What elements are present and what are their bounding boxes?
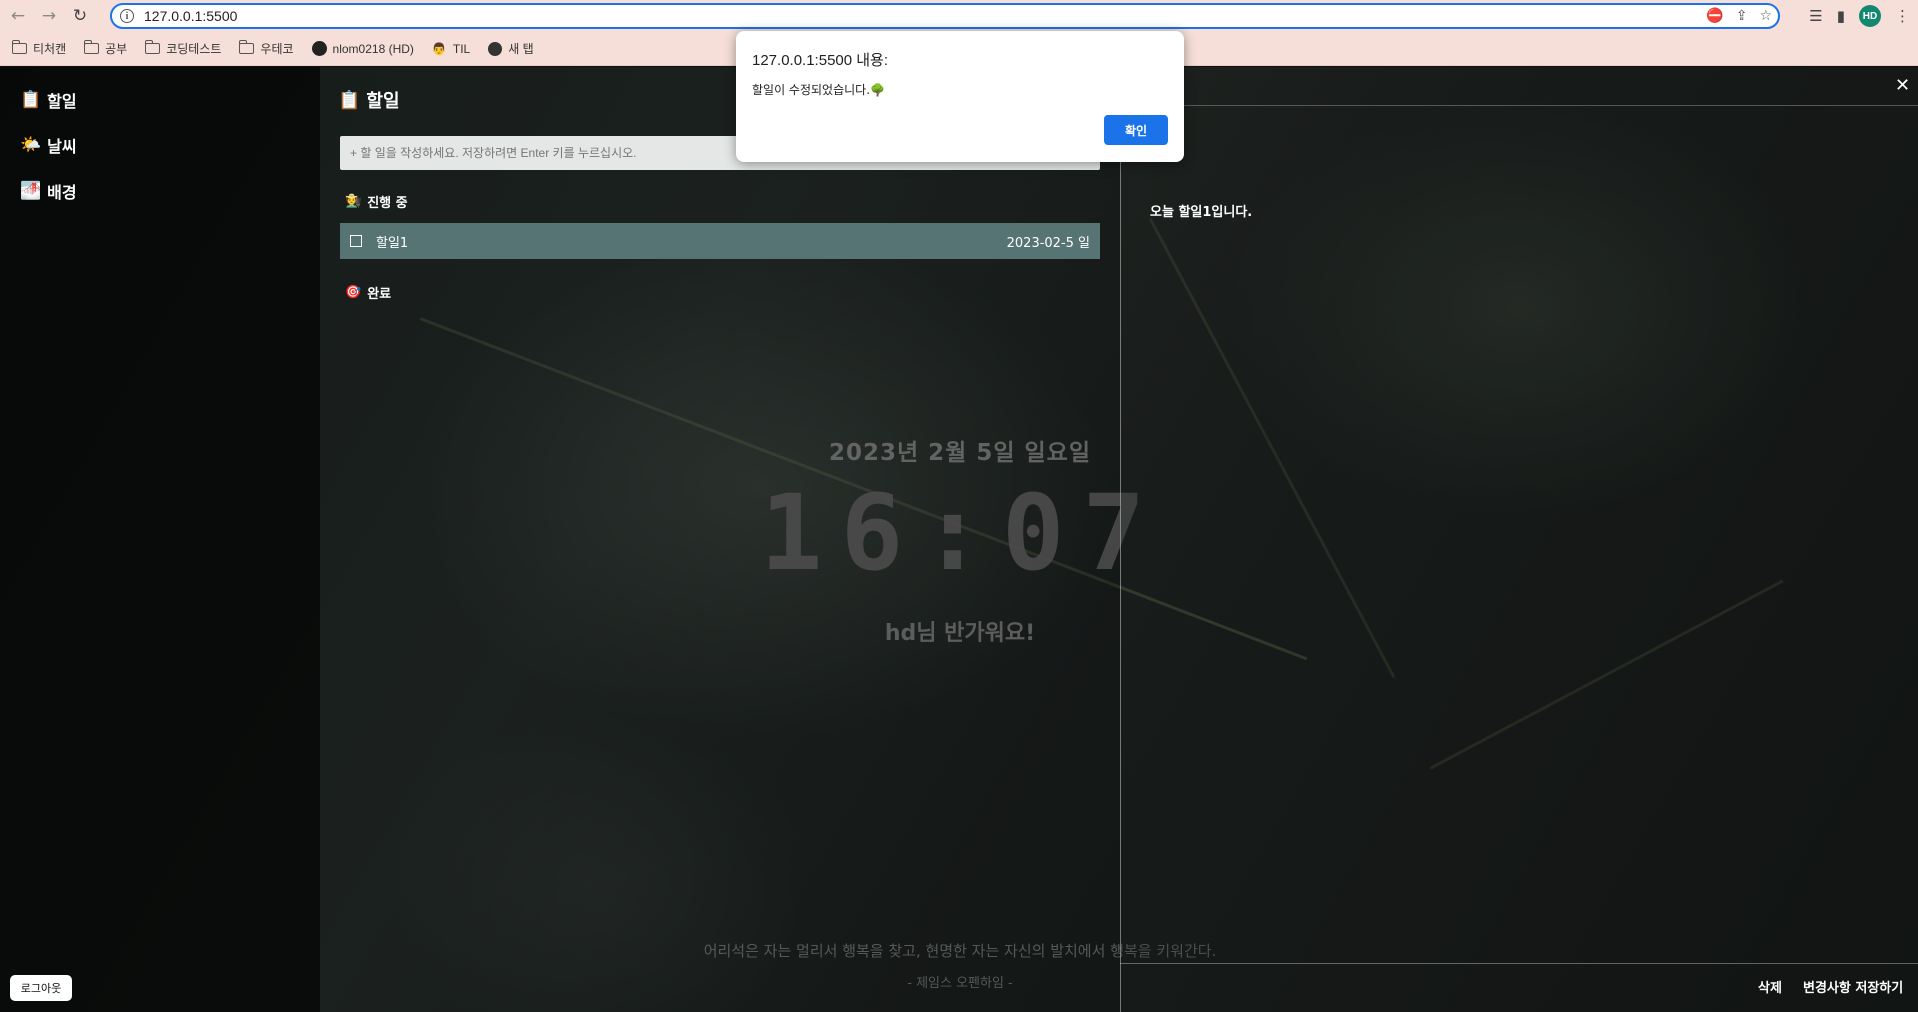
weather-icon: 🌤️ <box>20 135 42 155</box>
share-icon[interactable]: ⇪ <box>1736 8 1748 24</box>
person-emoji-icon: 👨 <box>431 41 447 56</box>
bookmark-item[interactable]: 티처캔 <box>11 40 67 57</box>
profile-avatar[interactable]: HD <box>1859 5 1881 27</box>
quote-author: - 제임스 오펜하임 - <box>907 976 1013 991</box>
folder-icon <box>11 40 27 54</box>
todo-detail-text[interactable]: 오늘 할일1입니다. <box>1150 201 1252 220</box>
browser-toolbar: ← → ↻ i 127.0.0.1:5500 ⛔ ⇪ ☆ ☰ ▮ HD ⋮ <box>0 0 1918 32</box>
divider <box>1120 963 1918 964</box>
blocked-popup-icon[interactable]: ⛔ <box>1706 8 1723 24</box>
bookmark-label: TIL <box>452 41 471 56</box>
sidebar-item-label: 배경 <box>47 183 77 202</box>
bookmark-item[interactable]: nlom0218 (HD) <box>311 41 414 56</box>
address-url[interactable]: 127.0.0.1:5500 <box>144 8 237 24</box>
sidebar-item-todo[interactable]: 📋 할일 <box>20 88 77 112</box>
section-label: 진행 중 <box>367 196 408 211</box>
address-bar[interactable]: i 127.0.0.1:5500 ⛔ ⇪ ☆ <box>110 3 1780 29</box>
todo-checkbox[interactable] <box>350 235 362 247</box>
save-changes-button[interactable]: 변경사항 저장하기 <box>1803 977 1903 996</box>
clock-display: 16:07 <box>760 472 1164 594</box>
bookmark-item[interactable]: 👨 TIL <box>432 42 470 56</box>
back-arrow-icon[interactable]: ← <box>5 3 31 29</box>
bookmark-item[interactable]: 공부 <box>83 40 128 57</box>
greeting: hd님 반가워요! <box>884 621 1036 646</box>
date-display: 2023년 2월 5일 일요일 <box>828 440 1091 466</box>
sidebar-item-weather[interactable]: 🌤️ 날씨 <box>20 133 77 157</box>
sidebar: 📋 할일 🌤️ 날씨 🌁 배경 로그아웃 <box>0 67 320 1012</box>
folder-icon <box>238 40 255 54</box>
bookmark-item[interactable]: 우테코 <box>238 40 294 57</box>
clipboard-icon: 📋 <box>338 89 361 111</box>
ok-button[interactable]: 확인 <box>1104 115 1168 145</box>
sidebar-item-label: 날씨 <box>47 137 77 156</box>
sidebar-item-background[interactable]: 🌁 배경 <box>20 179 77 203</box>
bookmark-label: 공부 <box>105 42 128 56</box>
bookmark-star-icon[interactable]: ☆ <box>1759 8 1772 24</box>
reading-list-icon[interactable]: ☰ <box>1809 7 1822 25</box>
dialog-title: 127.0.0.1:5500 내용: <box>752 52 889 69</box>
forward-arrow-icon[interactable]: → <box>36 3 62 29</box>
menu-kebab-icon[interactable]: ⋮ <box>1895 7 1910 25</box>
sidebar-item-label: 할일 <box>47 92 77 111</box>
alert-dialog: 127.0.0.1:5500 내용: 할일이 수정되었습니다.🌳 확인 <box>736 31 1184 162</box>
page-background: 📋 할일 🌤️ 날씨 🌁 배경 로그아웃 📋 할일 🧑‍🌾 진행 중 할일1 2… <box>0 67 1918 1012</box>
github-icon <box>311 41 327 56</box>
divider <box>1120 105 1918 106</box>
bookmark-item[interactable]: 코딩테스트 <box>144 40 222 57</box>
site-info-icon[interactable]: i <box>120 9 134 23</box>
delete-button[interactable]: 삭제 <box>1758 977 1782 996</box>
page-title-label: 할일 <box>366 91 400 112</box>
dialog-message: 할일이 수정되었습니다.🌳 <box>752 83 885 97</box>
todo-date: 2023-02-5 일 <box>1006 235 1090 251</box>
section-label: 완료 <box>367 287 392 302</box>
clipboard-icon: 📋 <box>20 90 42 110</box>
in-progress-heading: 🧑‍🌾 진행 중 <box>345 192 408 211</box>
side-panel-icon[interactable]: ▮ <box>1837 7 1845 25</box>
folder-icon <box>83 40 100 54</box>
close-icon[interactable]: ✕ <box>1895 75 1910 96</box>
bookmark-label: 우테코 <box>260 42 294 56</box>
bookmark-label: 티처캔 <box>33 42 67 56</box>
done-heading: 🎯 완료 <box>345 283 391 302</box>
reload-icon[interactable]: ↻ <box>67 3 93 29</box>
landscape-icon: 🌁 <box>20 181 42 201</box>
globe-icon <box>488 41 503 56</box>
farmer-icon: 🧑‍🌾 <box>345 194 362 209</box>
bookmark-label: 코딩테스트 <box>166 42 222 56</box>
page-title: 📋 할일 <box>338 87 400 113</box>
target-icon: 🎯 <box>345 285 362 300</box>
folder-icon <box>144 40 161 54</box>
todo-item[interactable]: 할일1 2023-02-5 일 <box>340 223 1100 259</box>
logout-button[interactable]: 로그아웃 <box>10 975 72 1001</box>
bookmark-item[interactable]: 새 탭 <box>488 40 534 57</box>
bookmark-label: nlom0218 (HD) <box>332 41 414 56</box>
todo-label[interactable]: 할일1 <box>376 232 408 251</box>
bookmark-label: 새 탭 <box>508 42 534 56</box>
